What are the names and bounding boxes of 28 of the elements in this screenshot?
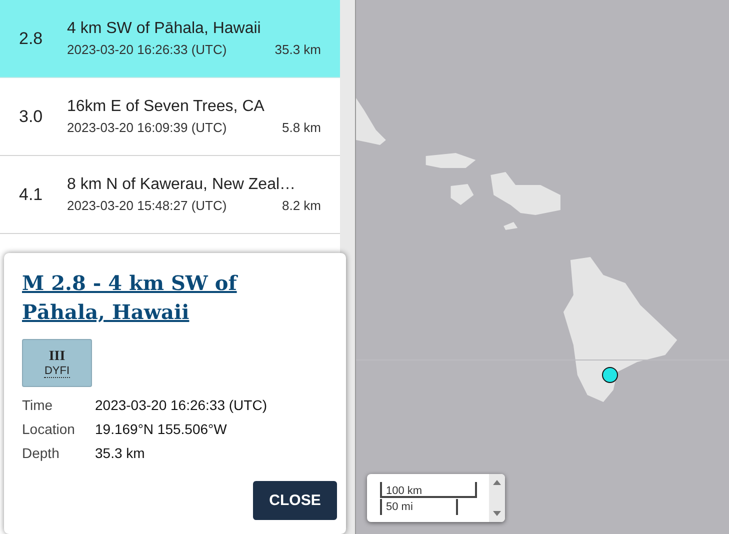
magnitude: 3.0	[19, 106, 44, 126]
detail-value: 19.169°N 155.506°W	[95, 421, 228, 437]
up-arrow-icon[interactable]	[493, 480, 501, 485]
event-place: 4 km SW of Pāhala, Hawaii	[67, 20, 262, 38]
event-list-item[interactable]: 2.8 4 km SW of Pāhala, Hawaii 2023-03-20 16:26:33 (UTC) 35.3 km	[0, 0, 340, 78]
close-button[interactable]: CLOSE	[253, 481, 337, 520]
event-title-link[interactable]: M 2.8 - 4 km SW of Pāhala, Hawaii	[22, 269, 272, 327]
detail-value: 35.3 km	[95, 445, 146, 461]
event-time: 2023-03-20 15:48:27 (UTC)	[67, 198, 227, 213]
detail-label: Time	[22, 397, 54, 413]
event-place: 16km E of Seven Trees, CA	[67, 98, 266, 116]
magnitude: 4.1	[19, 184, 44, 204]
down-arrow-icon[interactable]	[493, 511, 501, 516]
scale-bar-label: 50 mi	[380, 499, 458, 515]
dyfi-label: DYFI	[44, 364, 70, 378]
event-place: 8 km N of Kawerau, New Zeal…	[67, 176, 297, 194]
event-depth: 35.3 km	[274, 42, 321, 57]
magnitude: 2.8	[19, 28, 44, 48]
detail-label: Depth	[22, 445, 60, 461]
scale-bar-label: 100 km	[380, 482, 477, 498]
intensity-value: III	[48, 348, 66, 364]
event-time: 2023-03-20 16:26:33 (UTC)	[67, 42, 227, 57]
detail-label: Location	[22, 421, 76, 437]
detail-value: 2023-03-20 16:26:33 (UTC)	[95, 397, 268, 413]
event-depth: 8.2 km	[282, 198, 321, 213]
dyfi-badge[interactable]: III DYFI	[22, 339, 92, 387]
event-depth: 5.8 km	[282, 120, 321, 135]
event-time: 2023-03-20 16:09:39 (UTC)	[67, 120, 227, 135]
